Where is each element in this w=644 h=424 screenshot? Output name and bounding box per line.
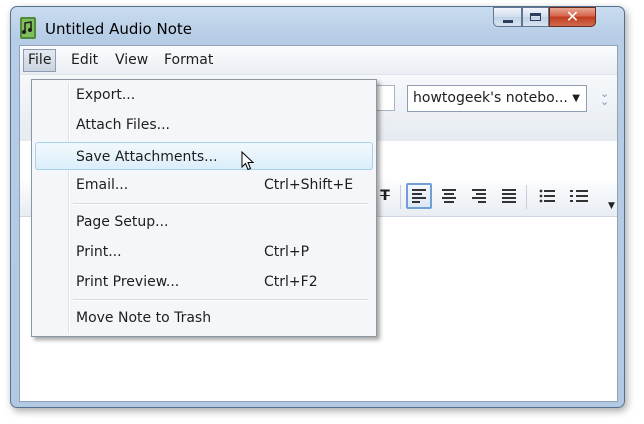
menu-item-label: Export... bbox=[76, 87, 136, 103]
align-left-button[interactable] bbox=[406, 183, 432, 209]
justify-button[interactable] bbox=[496, 183, 522, 209]
minimize-button[interactable] bbox=[493, 7, 522, 27]
toolbar-overflow-icon[interactable]: ▼ bbox=[608, 201, 615, 211]
menu-item-label: Attach Files... bbox=[76, 117, 170, 133]
close-icon: ✕ bbox=[565, 7, 580, 26]
menu-item-save-attachments[interactable]: Save Attachments... bbox=[35, 142, 373, 170]
minimize-icon bbox=[502, 19, 513, 23]
menu-item-export[interactable]: Export... bbox=[35, 81, 373, 109]
menu-edit[interactable]: Edit bbox=[67, 50, 102, 71]
collapse-icon[interactable]: ⌄ ⌄ bbox=[600, 88, 609, 107]
close-button[interactable]: ✕ bbox=[549, 7, 596, 27]
menu-format[interactable]: Format bbox=[160, 50, 217, 71]
numbered-list-button[interactable] bbox=[566, 183, 592, 209]
align-right-icon bbox=[472, 189, 486, 203]
maximize-icon bbox=[530, 13, 541, 21]
toolbar-divider bbox=[400, 185, 401, 209]
menu-item-label: Print... bbox=[76, 244, 122, 260]
numbered-list-icon bbox=[570, 190, 588, 202]
menu-file[interactable]: File bbox=[23, 49, 57, 72]
menu-item-label: Save Attachments... bbox=[76, 149, 218, 165]
menu-item-email[interactable]: Email... Ctrl+Shift+E bbox=[35, 171, 373, 199]
menubar: File Edit View Format bbox=[20, 46, 617, 75]
menu-item-label: Page Setup... bbox=[76, 214, 169, 230]
menu-item-label: Email... bbox=[76, 177, 129, 193]
menu-item-move-to-trash[interactable]: Move Note to Trash bbox=[35, 304, 373, 332]
file-menu-dropdown: Export... Attach Files... Save Attachmen… bbox=[31, 79, 377, 337]
bulleted-list-icon bbox=[539, 189, 555, 203]
app-window: Untitled Audio Note ✕ File Edit View For… bbox=[10, 6, 625, 408]
toolbar-divider bbox=[526, 185, 527, 209]
align-center-button[interactable] bbox=[436, 183, 462, 209]
menu-view[interactable]: View bbox=[111, 50, 152, 71]
mouse-cursor-icon bbox=[241, 151, 255, 171]
notebook-select-value: howtogeek's notebo... bbox=[413, 90, 568, 106]
menu-item-shortcut: Ctrl+F2 bbox=[264, 274, 318, 290]
menu-item-attach-files[interactable]: Attach Files... bbox=[35, 111, 373, 139]
align-left-icon bbox=[412, 189, 426, 203]
align-right-button[interactable] bbox=[466, 183, 492, 209]
menu-item-shortcut: Ctrl+Shift+E bbox=[264, 177, 354, 193]
maximize-button[interactable] bbox=[522, 7, 549, 27]
dropdown-arrow-icon: ▼ bbox=[572, 93, 580, 104]
align-center-icon bbox=[442, 189, 456, 203]
app-icon bbox=[20, 17, 36, 39]
menu-separator bbox=[73, 203, 368, 205]
menu-item-print-preview[interactable]: Print Preview... Ctrl+F2 bbox=[35, 268, 373, 296]
menu-item-page-setup[interactable]: Page Setup... bbox=[35, 208, 373, 236]
menu-item-print[interactable]: Print... Ctrl+P bbox=[35, 238, 373, 266]
menu-item-label: Print Preview... bbox=[76, 274, 180, 290]
menu-item-label: Move Note to Trash bbox=[76, 310, 212, 326]
window-title: Untitled Audio Note bbox=[45, 20, 193, 38]
bulleted-list-button[interactable] bbox=[534, 183, 560, 209]
menu-separator bbox=[73, 299, 368, 301]
menu-item-shortcut: Ctrl+P bbox=[264, 244, 310, 260]
justify-icon bbox=[502, 189, 516, 203]
notebook-select[interactable]: howtogeek's notebo... ▼ bbox=[407, 85, 587, 112]
strikethrough-icon: T bbox=[380, 188, 390, 204]
